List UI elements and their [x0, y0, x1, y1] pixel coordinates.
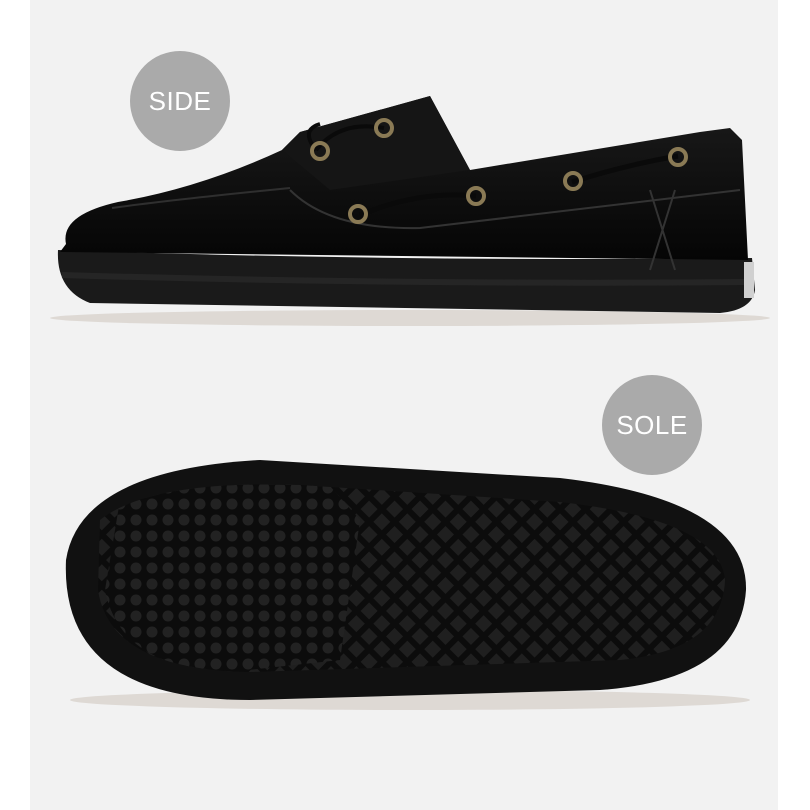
heel-tab — [744, 262, 754, 298]
sole-label-badge: SOLE — [602, 375, 702, 475]
side-label-badge: SIDE — [130, 51, 230, 151]
product-image: SIDE SOLE — [0, 0, 810, 810]
shoe-side-view — [50, 96, 770, 326]
shoe-shadow — [50, 310, 770, 326]
